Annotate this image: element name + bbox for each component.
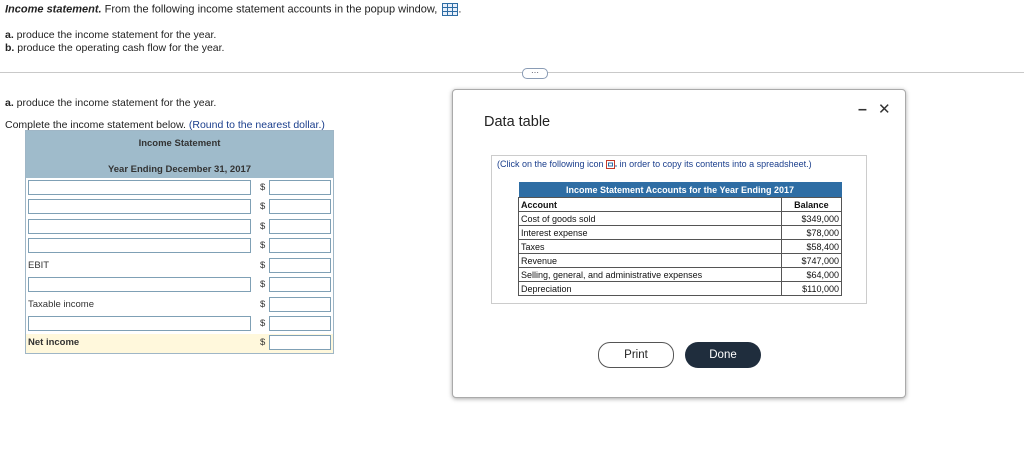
amount-input[interactable] xyxy=(269,219,331,234)
income-statement-panel: Income Statement Year Ending December 31… xyxy=(25,130,334,354)
part-a-prompt: a. produce the income statement for the … xyxy=(5,29,216,41)
dollar-sign: $ xyxy=(260,279,266,290)
accounts-table: Income Statement Accounts for the Year E… xyxy=(518,182,843,296)
account-balance: $78,000 xyxy=(780,225,843,240)
account-select[interactable] xyxy=(28,238,251,253)
part-b-label: b. xyxy=(5,42,15,54)
income-statement-header: Income Statement Year Ending December 31… xyxy=(26,131,333,178)
question-title-bold: Income statement. xyxy=(5,3,102,16)
column-header-account: Account xyxy=(518,197,782,212)
table-row: Revenue $747,000 xyxy=(518,253,843,268)
account-select[interactable] xyxy=(28,277,251,292)
section-a-label: a. xyxy=(5,97,14,109)
table-row: Selling, general, and administrative exp… xyxy=(518,267,843,282)
account-select[interactable] xyxy=(28,199,251,214)
net-income-label: Net income xyxy=(28,337,80,348)
account-name: Interest expense xyxy=(518,225,782,240)
account-select[interactable] xyxy=(28,316,251,331)
close-button[interactable]: ✕ xyxy=(878,100,891,118)
amount-input[interactable] xyxy=(269,277,331,292)
table-row: $ xyxy=(26,218,333,237)
copy-hint-before: (Click on the following icon xyxy=(497,159,607,169)
minimize-button[interactable]: – xyxy=(858,101,867,119)
question-title-end: . xyxy=(458,3,462,16)
expand-button[interactable]: ⋯ xyxy=(522,68,548,79)
data-table-frame: (Click on the following icon in order to… xyxy=(491,155,867,304)
amount-input[interactable] xyxy=(269,180,331,195)
divider xyxy=(0,72,1024,73)
data-table-icon[interactable] xyxy=(442,3,459,16)
account-name: Revenue xyxy=(518,253,782,268)
section-a-heading: a. produce the income statement for the … xyxy=(5,97,216,109)
account-balance: $58,400 xyxy=(780,239,843,254)
ebit-input[interactable] xyxy=(269,258,331,273)
account-balance: $349,000 xyxy=(780,211,843,226)
amount-input[interactable] xyxy=(269,199,331,214)
table-row: $ xyxy=(26,276,333,295)
taxable-income-input[interactable] xyxy=(269,297,331,312)
table-caption: Income Statement Accounts for the Year E… xyxy=(518,182,842,198)
table-row: Taxes $58,400 xyxy=(518,239,843,254)
table-row-taxable-income: Taxable income $ xyxy=(26,296,333,315)
dollar-sign: $ xyxy=(260,337,266,348)
account-select[interactable] xyxy=(28,219,251,234)
account-balance: $110,000 xyxy=(780,281,843,296)
table-row: $ xyxy=(26,198,333,217)
table-row: Depreciation $110,000 xyxy=(518,281,843,296)
account-balance: $747,000 xyxy=(780,253,843,268)
table-row: $ xyxy=(26,237,333,256)
table-row: Cost of goods sold $349,000 xyxy=(518,211,843,226)
question-title: Income statement. From the following inc… xyxy=(5,3,461,16)
income-statement-title: Income Statement xyxy=(138,138,221,149)
taxable-income-label: Taxable income xyxy=(28,299,95,310)
part-a-label: a. xyxy=(5,29,14,41)
net-income-input[interactable] xyxy=(269,335,331,350)
dollar-sign: $ xyxy=(260,201,266,212)
table-row: Interest expense $78,000 xyxy=(518,225,843,240)
section-a-text: produce the income statement for the yea… xyxy=(13,97,217,109)
account-balance: $64,000 xyxy=(780,267,843,282)
account-name: Cost of goods sold xyxy=(518,211,782,226)
question-title-text: From the following income statement acco… xyxy=(101,3,438,16)
done-button[interactable]: Done xyxy=(685,342,761,368)
part-b-prompt: b. produce the operating cash flow for t… xyxy=(5,42,224,54)
table-row: $ xyxy=(26,315,333,334)
dollar-sign: $ xyxy=(260,260,266,271)
account-name: Depreciation xyxy=(518,281,782,296)
amount-input[interactable] xyxy=(269,238,331,253)
dollar-sign: $ xyxy=(260,182,266,193)
income-statement-period: Year Ending December 31, 2017 xyxy=(107,164,252,175)
print-button[interactable]: Print xyxy=(598,342,674,368)
table-row-ebit: EBIT $ xyxy=(26,257,333,276)
part-a-text: produce the income statement for the yea… xyxy=(13,29,217,41)
account-select[interactable] xyxy=(28,180,251,195)
data-table-popup: Data table – ✕ (Click on the following i… xyxy=(452,89,906,398)
dollar-sign: $ xyxy=(260,221,266,232)
account-name: Selling, general, and administrative exp… xyxy=(518,267,782,282)
column-header-balance: Balance xyxy=(780,197,843,212)
part-b-text: produce the operating cash flow for the … xyxy=(14,42,225,54)
table-row: $ xyxy=(26,179,333,198)
copy-icon[interactable] xyxy=(606,159,618,170)
ebit-label: EBIT xyxy=(28,260,50,271)
amount-input[interactable] xyxy=(269,316,331,331)
dollar-sign: $ xyxy=(260,240,266,251)
account-name: Taxes xyxy=(518,239,782,254)
dollar-sign: $ xyxy=(260,318,266,329)
dollar-sign: $ xyxy=(260,299,266,310)
popup-title: Data table xyxy=(484,114,551,130)
copy-hint-after: in order to copy its contents into a spr… xyxy=(617,159,812,169)
table-row-net-income: Net income $ xyxy=(26,334,333,353)
copy-hint: (Click on the following icon in order to… xyxy=(497,159,812,170)
